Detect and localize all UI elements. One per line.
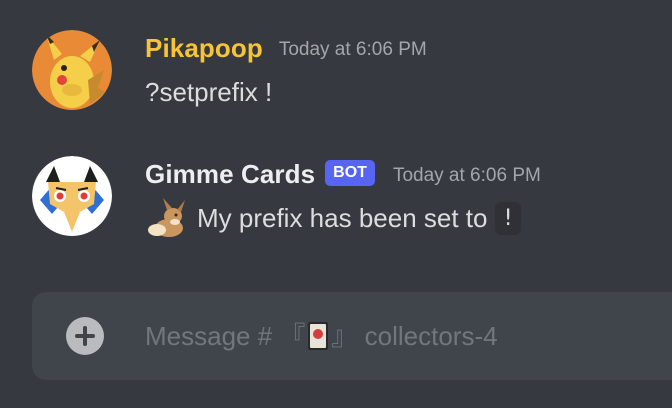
message-content: ?setprefix !	[145, 74, 272, 110]
message-header: Gimme Cards BOT Today at 6:06 PM	[145, 158, 541, 190]
card-icon	[307, 298, 329, 350]
eevee-emoji-icon[interactable]	[145, 198, 189, 238]
username[interactable]: Pikapoop	[145, 33, 263, 64]
placeholder-suffix: 』 collectors-4	[331, 321, 498, 351]
bot-badge: BOT	[325, 160, 375, 186]
message-content: My prefix has been set to !	[145, 198, 521, 238]
message-input[interactable]: Message # 『 』 collectors-4	[145, 292, 498, 380]
placeholder-prefix: Message # 『	[145, 321, 306, 351]
message-input-bar[interactable]: Message # 『 』 collectors-4	[32, 292, 672, 380]
pikachu-avatar-icon	[32, 30, 112, 110]
timestamp: Today at 6:06 PM	[392, 165, 541, 186]
user-avatar[interactable]	[32, 30, 112, 110]
message-header: Pikapoop Today at 6:06 PM	[145, 32, 427, 64]
gimme-cards-avatar-icon	[32, 156, 112, 236]
username[interactable]: Gimme Cards	[145, 159, 315, 190]
plus-circle-icon	[75, 326, 95, 346]
timestamp: Today at 6:06 PM	[278, 39, 427, 60]
add-attachment-button[interactable]	[66, 317, 104, 355]
inline-code: !	[495, 201, 521, 235]
bot-avatar[interactable]	[32, 156, 112, 236]
message-text: My prefix has been set to	[197, 202, 488, 233]
chat-area: Pikapoop Today at 6:06 PM ?setprefix ! G…	[0, 0, 672, 408]
message-text: ?setprefix !	[145, 76, 273, 107]
